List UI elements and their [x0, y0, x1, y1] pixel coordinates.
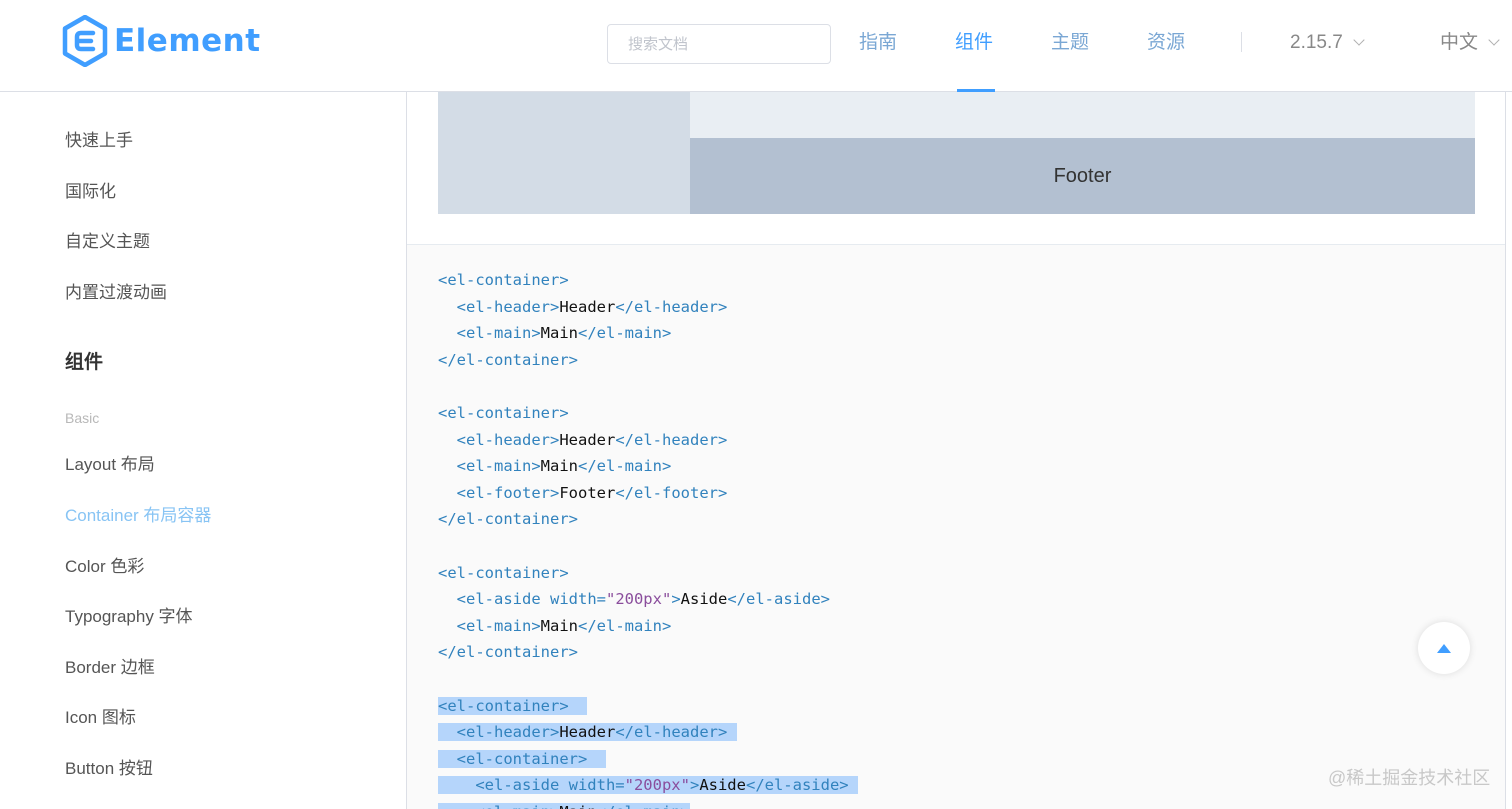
sidebar-item-transition[interactable]: 内置过渡动画 — [65, 278, 167, 303]
logo[interactable]: Element — [62, 14, 261, 68]
back-to-top-button[interactable] — [1418, 622, 1470, 674]
code-line: <el-main>Main</el-main> — [456, 324, 672, 343]
nav-active-indicator — [957, 89, 995, 92]
code-line: <el-container> — [438, 403, 569, 422]
code-line: <el-footer>Footer</el-footer> — [456, 483, 728, 502]
code-line: <el-main>Main</el-main> — [456, 457, 672, 476]
code-line-selected: <el-aside width="200px">Aside</el-aside> — [438, 772, 858, 799]
code-line: <el-header>Header</el-header> — [456, 430, 728, 449]
main-content: Footer <el-container> <el-header>Header<… — [407, 92, 1506, 809]
sidebar-item-custom-theme[interactable]: 自定义主题 — [65, 227, 150, 252]
code-line: </el-container> — [438, 350, 578, 369]
demo-preview: Footer — [407, 92, 1505, 245]
code-line-selected: <el-container> — [438, 693, 858, 720]
code-line: <el-aside width="200px">Aside</el-aside> — [456, 590, 830, 609]
code-line: <el-header>Header</el-header> — [456, 297, 728, 316]
nav-theme[interactable]: 主题 — [1051, 28, 1089, 58]
version-dropdown[interactable]: 2.15.7 — [1290, 28, 1365, 58]
code-line: <el-container> — [438, 563, 569, 582]
language-label: 中文 — [1440, 32, 1479, 53]
code-line: </el-container> — [438, 643, 578, 662]
top-header: Element 指南 组件 主题 资源 2.15.7 中文 — [0, 0, 1512, 92]
code-line: </el-container> — [438, 510, 578, 529]
demo-footer-label: Footer — [1053, 164, 1112, 187]
sidebar-item-i18n[interactable]: 国际化 — [65, 177, 116, 202]
chevron-down-icon — [1353, 34, 1365, 46]
code-line: <el-main>Main</el-main> — [456, 616, 672, 635]
search-input[interactable] — [608, 25, 830, 63]
code-block[interactable]: <el-container> <el-header>Header</el-hea… — [407, 245, 1505, 809]
demo-main — [690, 92, 1475, 138]
code-line-selected: <el-header>Header</el-header> — [438, 719, 858, 746]
code-line-selected: <el-container> — [438, 746, 858, 773]
demo-aside — [438, 92, 690, 214]
sidebar-item-color[interactable]: Color 色彩 — [65, 552, 144, 577]
sidebar-item-icon[interactable]: Icon 图标 — [65, 703, 136, 728]
nav-resource[interactable]: 资源 — [1147, 28, 1185, 58]
code-line: <el-container> — [438, 271, 569, 289]
logo-text: Element — [114, 23, 261, 59]
nav-component[interactable]: 组件 — [955, 28, 993, 58]
sidebar: 快速上手 国际化 自定义主题 内置过渡动画 组件 Basic Layout 布局… — [0, 92, 407, 809]
arrow-up-icon — [1437, 643, 1451, 653]
sidebar-item-typography[interactable]: Typography 字体 — [65, 602, 193, 627]
sidebar-item-border[interactable]: Border 边框 — [65, 653, 155, 678]
nav-guide[interactable]: 指南 — [859, 28, 897, 58]
sidebar-item-quickstart[interactable]: 快速上手 — [65, 126, 133, 151]
search-box[interactable] — [607, 24, 831, 64]
language-dropdown[interactable]: 中文 — [1440, 28, 1500, 58]
nav-separator — [1241, 32, 1242, 52]
demo-footer: Footer — [690, 138, 1475, 214]
code-lines: <el-container> <el-header>Header</el-hea… — [438, 267, 858, 809]
sidebar-item-button[interactable]: Button 按钮 — [65, 754, 153, 779]
sidebar-item-layout[interactable]: Layout 布局 — [65, 450, 155, 475]
sidebar-section-title: 组件 — [65, 352, 104, 373]
version-label: 2.15.7 — [1290, 32, 1343, 53]
chevron-down-icon — [1488, 34, 1500, 46]
sidebar-group-title: Basic — [65, 410, 100, 426]
element-logo-icon — [62, 15, 108, 67]
sidebar-item-container[interactable]: Container 布局容器 — [65, 501, 211, 526]
code-line-selected: <el-main>Main</el-main> — [438, 799, 858, 809]
watermark: @稀土掘金技术社区 — [1328, 768, 1491, 788]
